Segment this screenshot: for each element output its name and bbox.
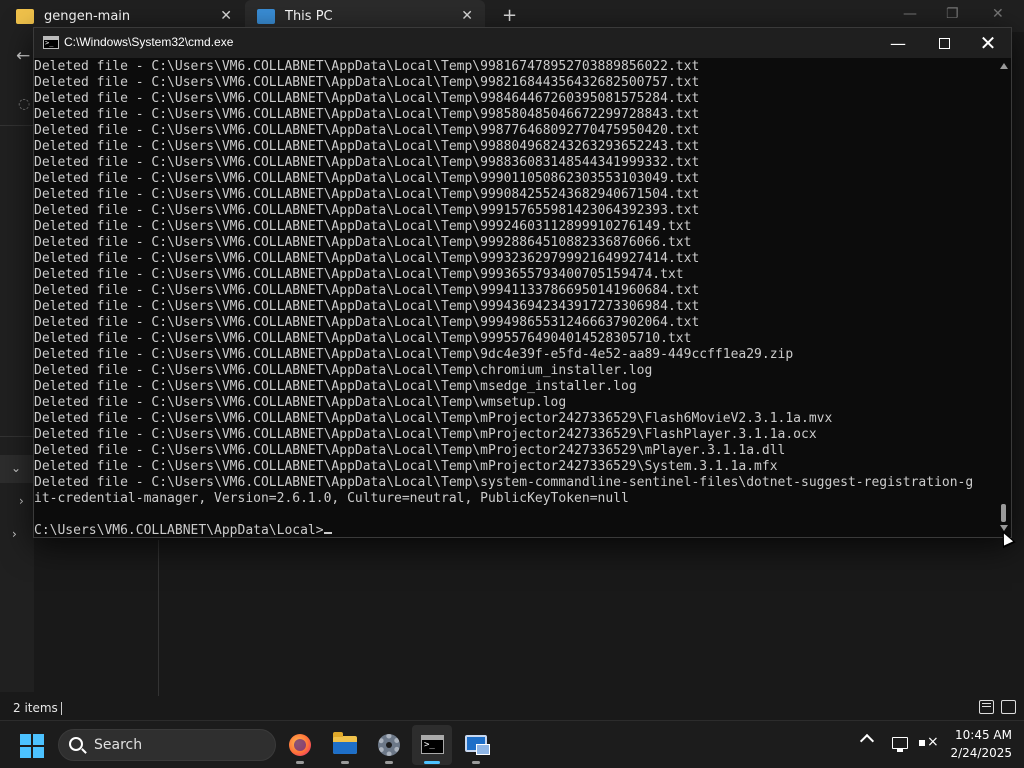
file-explorer-icon (333, 732, 357, 754)
maximize-button[interactable] (921, 28, 967, 58)
divider (0, 436, 34, 437)
console-line: Deleted file - C:\Users\VM6.COLLABNET\Ap… (34, 59, 700, 74)
console-line: Deleted file - C:\Users\VM6.COLLABNET\Ap… (34, 363, 653, 378)
remote-desktop-icon (465, 735, 490, 755)
cmd-window[interactable]: C:\Windows\System32\cmd.exe — ✕ Deleted … (33, 27, 1012, 538)
console-line: Deleted file - C:\Users\VM6.COLLABNET\Ap… (34, 411, 833, 426)
clock-time[interactable]: 10:45 AM (948, 728, 1012, 742)
running-indicator (385, 761, 393, 764)
show-hidden-icons-chevron-icon[interactable] (859, 733, 875, 749)
new-tab-button[interactable]: + (502, 5, 517, 26)
text-cursor (323, 532, 332, 534)
console-line: Deleted file - C:\Users\VM6.COLLABNET\Ap… (34, 379, 637, 394)
chevron-right-icon[interactable]: › (12, 527, 17, 541)
maximize-icon (938, 37, 950, 49)
close-button[interactable]: ✕ (965, 28, 1011, 58)
taskbar-search[interactable]: Search (58, 729, 276, 761)
prompt-text: C:\Users\VM6.COLLABNET\AppData\Local> (34, 523, 324, 537)
running-indicator (296, 761, 304, 764)
taskbar-command-prompt[interactable] (412, 725, 452, 765)
console-line: Deleted file - C:\Users\VM6.COLLABNET\Ap… (34, 219, 692, 234)
explorer-minimize-button[interactable]: — (903, 6, 917, 22)
console-line: Deleted file - C:\Users\VM6.COLLABNET\Ap… (34, 107, 700, 122)
close-tab-icon[interactable]: ✕ (220, 8, 232, 24)
chevron-down-icon[interactable]: ⌄ (0, 455, 34, 483)
chevron-right-icon[interactable]: › (19, 494, 24, 508)
taskbar-remote-desktop[interactable] (456, 725, 496, 765)
running-indicator (472, 761, 480, 764)
explorer-status-bar (0, 696, 1024, 720)
console-line: Deleted file - C:\Users\VM6.COLLABNET\Ap… (34, 171, 700, 186)
console-line: Deleted file - C:\Users\VM6.COLLABNET\Ap… (34, 203, 700, 218)
console-line: Deleted file - C:\Users\VM6.COLLABNET\Ap… (34, 251, 700, 266)
console-output[interactable]: Deleted file - C:\Users\VM6.COLLABNET\Ap… (34, 59, 996, 537)
tab-title: This PC (285, 8, 333, 24)
console-line: Deleted file - C:\Users\VM6.COLLABNET\Ap… (34, 187, 700, 202)
settings-icon (378, 734, 400, 756)
item-count: 2 items (13, 701, 58, 715)
divider (158, 540, 159, 696)
console-line: Deleted file - C:\Users\VM6.COLLABNET\Ap… (34, 331, 692, 346)
close-tab-icon[interactable]: ✕ (461, 8, 473, 24)
window-title: C:\Windows\System32\cmd.exe (64, 35, 234, 49)
explorer-maximize-button[interactable]: ❐ (946, 6, 959, 22)
divider (61, 702, 62, 715)
scroll-thumb[interactable] (1001, 504, 1006, 522)
vertical-scrollbar[interactable] (996, 59, 1011, 537)
console-line: Deleted file - C:\Users\VM6.COLLABNET\Ap… (34, 427, 817, 442)
divider (0, 125, 34, 126)
console-line: Deleted file - C:\Users\VM6.COLLABNET\Ap… (34, 235, 692, 250)
tiles-view-icon[interactable] (1001, 700, 1016, 714)
cmd-title-bar[interactable]: C:\Windows\System32\cmd.exe — ✕ (34, 28, 1011, 58)
console-line: Deleted file - C:\Users\VM6.COLLABNET\Ap… (34, 139, 700, 154)
minimize-button[interactable]: — (875, 28, 921, 58)
console-line: Deleted file - C:\Users\VM6.COLLABNET\Ap… (34, 475, 974, 490)
network-icon[interactable] (892, 737, 908, 752)
taskbar-file-explorer[interactable] (325, 725, 365, 765)
taskbar-settings[interactable] (369, 725, 409, 765)
running-indicator (341, 761, 349, 764)
scroll-up-arrow-icon[interactable] (1000, 63, 1008, 69)
console-line: Deleted file - C:\Users\VM6.COLLABNET\Ap… (34, 347, 794, 362)
console-line: Deleted file - C:\Users\VM6.COLLABNET\Ap… (34, 123, 700, 138)
details-view-icon[interactable] (979, 700, 994, 714)
console-line: Deleted file - C:\Users\VM6.COLLABNET\Ap… (34, 155, 700, 170)
taskbar: Search 10:45 AM 2/24/2025 (0, 720, 1024, 768)
firefox-icon (289, 734, 311, 756)
console-line: Deleted file - C:\Users\VM6.COLLABNET\Ap… (34, 75, 700, 90)
console-line: Deleted file - C:\Users\VM6.COLLABNET\Ap… (34, 443, 786, 458)
command-prompt-line[interactable]: C:\Users\VM6.COLLABNET\AppData\Local> (34, 523, 996, 537)
search-label: Search (94, 737, 143, 753)
volume-muted-icon[interactable] (919, 734, 939, 752)
command-prompt-icon (421, 735, 444, 754)
console-line: Deleted file - C:\Users\VM6.COLLABNET\Ap… (34, 267, 684, 282)
command-prompt-icon (43, 36, 59, 49)
console-line: Deleted file - C:\Users\VM6.COLLABNET\Ap… (34, 91, 700, 106)
tab-title: gengen-main (44, 8, 131, 24)
console-line: Deleted file - C:\Users\VM6.COLLABNET\Ap… (34, 459, 778, 474)
explorer-nav-pane (0, 32, 34, 692)
running-indicator (424, 761, 440, 764)
console-line: Deleted file - C:\Users\VM6.COLLABNET\Ap… (34, 283, 700, 298)
folder-icon (16, 8, 34, 24)
taskbar-firefox[interactable] (280, 725, 320, 765)
windows-start-icon[interactable] (20, 734, 44, 758)
console-line: it-credential-manager, Version=2.6.1.0, … (34, 491, 629, 506)
monitor-icon (257, 8, 275, 24)
explorer-close-button[interactable]: ✕ (992, 6, 1004, 22)
refresh-icon[interactable]: ◌ (18, 96, 30, 112)
clock-date[interactable]: 2/24/2025 (948, 746, 1012, 760)
back-arrow-icon[interactable]: ← (16, 46, 30, 66)
console-line: Deleted file - C:\Users\VM6.COLLABNET\Ap… (34, 395, 567, 410)
search-icon (69, 737, 83, 751)
console-line: Deleted file - C:\Users\VM6.COLLABNET\Ap… (34, 315, 700, 330)
console-line: Deleted file - C:\Users\VM6.COLLABNET\Ap… (34, 299, 700, 314)
